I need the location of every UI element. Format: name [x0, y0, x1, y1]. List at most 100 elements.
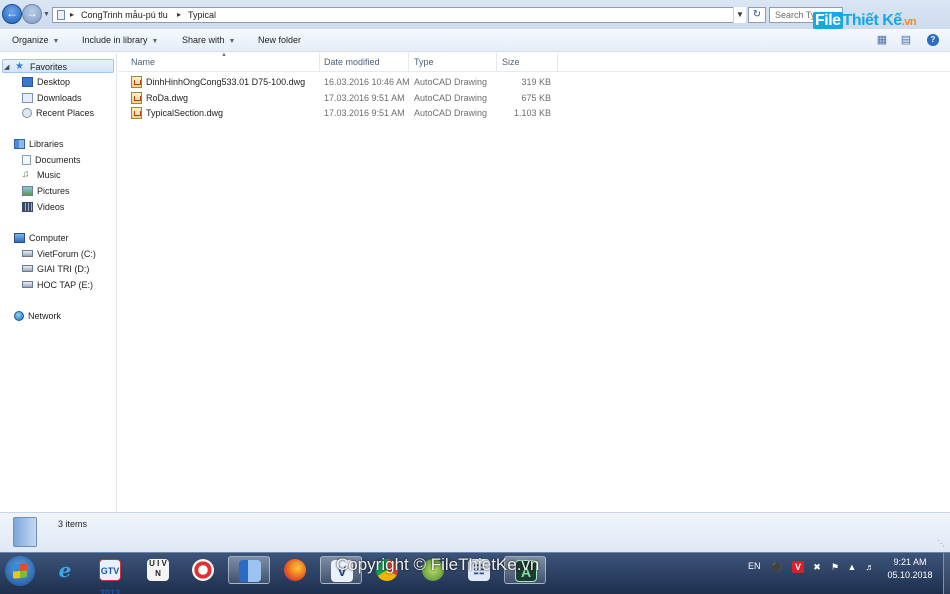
navigation-pane: ◢ ★ Favorites Desktop Downloads Recent Pl…: [0, 53, 117, 512]
star-icon: ★: [15, 60, 24, 72]
recent-pages-dropdown[interactable]: ▼: [43, 11, 50, 18]
column-divider[interactable]: [557, 53, 558, 72]
chevron-down-icon: ▼: [151, 38, 159, 45]
expander-icon[interactable]: ◢: [4, 61, 9, 75]
breadcrumb-arrow-icon[interactable]: ▸: [177, 10, 181, 19]
resize-grip-icon[interactable]: ⋱: [937, 539, 945, 548]
dwg-file-icon: [131, 107, 142, 119]
file-name: RoDa.dwg: [146, 93, 189, 103]
firefox-icon: [284, 559, 306, 581]
column-header-date-modified[interactable]: Date modified: [324, 57, 380, 67]
taskbar-recorder[interactable]: [182, 556, 224, 584]
music-icon: ♫: [22, 168, 30, 180]
dwg-file-icon: [131, 92, 142, 104]
downloads-icon: [22, 92, 33, 103]
unikey-icon: U I V N: [147, 559, 169, 581]
folder-icon: [57, 10, 65, 20]
organize-button[interactable]: Organize ▼: [12, 35, 59, 45]
language-indicator[interactable]: EN: [748, 561, 761, 571]
chevron-down-icon: ▼: [52, 38, 60, 45]
preview-pane-icon[interactable]: ▤: [899, 33, 913, 47]
computer-icon: [14, 232, 25, 243]
vietkey-tray-icon[interactable]: V: [792, 561, 804, 573]
nav-documents[interactable]: Documents: [22, 153, 81, 167]
file-name: TypicalSection.dwg: [146, 108, 224, 118]
file-type: AutoCAD Drawing: [414, 77, 488, 87]
taskbar-gtv[interactable]: GTV 2013: [89, 556, 131, 594]
command-bar: Organize ▼ Include in library ▼ Share with…: [0, 29, 950, 52]
sort-ascending-icon: ▲: [221, 52, 227, 58]
nav-pictures[interactable]: Pictures: [22, 184, 70, 198]
nav-network[interactable]: Network: [14, 309, 61, 323]
include-in-library-button[interactable]: Include in library ▼: [82, 35, 158, 45]
clock-date: 05.10.2018: [887, 570, 933, 580]
column-header-size[interactable]: Size: [502, 57, 520, 67]
file-type: AutoCAD Drawing: [414, 108, 488, 118]
nav-recent-places[interactable]: Recent Places: [22, 106, 94, 120]
drive-icon: [22, 281, 33, 289]
network-icon: [14, 310, 24, 321]
nav-downloads[interactable]: Downloads: [22, 91, 82, 105]
back-button[interactable]: ←: [2, 4, 22, 24]
taskbar-unikey[interactable]: U I V N: [137, 556, 179, 584]
change-view-icon[interactable]: ▦: [875, 33, 889, 47]
column-header-name[interactable]: Name: [131, 57, 155, 67]
column-divider[interactable]: [319, 53, 320, 72]
action-center-icon[interactable]: ⚑: [829, 561, 841, 573]
taskbar-windows-explorer[interactable]: [228, 556, 270, 584]
start-button[interactable]: [5, 556, 35, 586]
libraries-icon: [14, 138, 25, 149]
file-row[interactable]: TypicalSection.dwg 17.03.2016 9:51 AM Au…: [118, 106, 558, 121]
details-pane: 3 items ⋱: [0, 512, 950, 552]
recent-places-icon: [22, 107, 32, 118]
forward-button[interactable]: →: [22, 4, 42, 24]
breadcrumb-item-typical[interactable]: Typical: [188, 10, 216, 20]
recorder-icon: [192, 559, 214, 581]
file-date: 17.03.2016 9:51 AM: [324, 93, 405, 103]
share-with-button[interactable]: Share with ▼: [182, 35, 235, 45]
nav-videos[interactable]: Videos: [22, 200, 64, 214]
help-icon[interactable]: ?: [927, 34, 939, 46]
windows-logo-icon: [13, 563, 27, 579]
nav-libraries[interactable]: Libraries: [14, 137, 64, 151]
file-row[interactable]: DinhHinhOngCong533.01 D75-100.dwg 16.03.…: [118, 75, 558, 90]
file-size: 675 KB: [521, 93, 551, 103]
new-folder-button[interactable]: New folder: [258, 35, 301, 45]
show-desktop-button[interactable]: [943, 553, 950, 594]
nav-desktop[interactable]: Desktop: [22, 75, 70, 89]
taskbar-internet-explorer[interactable]: e: [44, 556, 86, 584]
nav-drive-d[interactable]: GIAI TRI (D:): [22, 262, 89, 276]
pictures-icon: [22, 185, 33, 196]
file-row[interactable]: RoDa.dwg 17.03.2016 9:51 AM AutoCAD Draw…: [118, 91, 558, 106]
breadcrumb-item-congtrinh[interactable]: CongTrinh mẫu-pú tlu: [81, 10, 168, 20]
column-divider[interactable]: [496, 53, 497, 72]
taskbar-firefox[interactable]: [274, 556, 316, 584]
address-bar-region: ← → ▼ ▸ CongTrinh mẫu-pú tlu ▸ Typical ▼…: [0, 0, 950, 29]
gtv-icon: GTV 2013: [99, 559, 121, 594]
nav-drive-c[interactable]: VietForum (C:): [22, 247, 96, 261]
address-dropdown-button[interactable]: ▼: [733, 7, 746, 23]
chevron-down-icon: ▼: [736, 10, 744, 19]
file-size: 319 KB: [521, 77, 551, 87]
nav-drive-e[interactable]: HOC TAP (E:): [22, 278, 93, 292]
nav-computer[interactable]: Computer: [14, 231, 69, 245]
item-count: 3 items: [58, 519, 88, 529]
file-date: 17.03.2016 9:51 AM: [324, 108, 405, 118]
nav-music[interactable]: ♫ Music: [22, 168, 61, 182]
nav-favorites[interactable]: ◢ ★ Favorites: [2, 59, 114, 73]
column-divider[interactable]: [408, 53, 409, 72]
dwg-file-icon: [131, 76, 142, 88]
address-input[interactable]: ▸ CongTrinh mẫu-pú tlu ▸ Typical: [52, 7, 745, 23]
back-arrow-icon: ←: [6, 6, 18, 20]
toggle-icon[interactable]: ⚫: [771, 561, 783, 573]
breadcrumb-arrow-icon[interactable]: ▸: [70, 10, 74, 19]
desktop-icon: [22, 76, 33, 87]
system-clock[interactable]: 9:21 AM 05.10.2018: [884, 556, 936, 582]
refresh-button[interactable]: ↻: [748, 7, 766, 23]
column-header-type[interactable]: Type: [414, 57, 434, 67]
volume-icon[interactable]: ♬: [864, 561, 876, 573]
taskbar: e GTV 2013 U I V N V ☷ A Copyright © Fil…: [0, 552, 950, 594]
network-x-icon[interactable]: ✖: [811, 561, 823, 573]
signal-icon[interactable]: ▲: [846, 561, 858, 573]
file-name: DinhHinhOngCong533.01 D75-100.dwg: [146, 77, 306, 87]
